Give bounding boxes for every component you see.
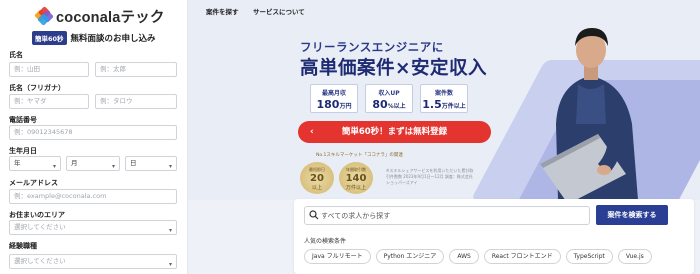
chip-java-remote[interactable]: Java フルリモート [304,249,371,264]
hero-area: 案件を探す サービスについて フリーランスエンジニアに 高単価案件×安定収入 最… [188,0,700,274]
search-placeholder: すべての求人から探す [321,212,391,220]
birth-day-suffix: 日 [130,159,137,167]
first-kana-input[interactable]: 例：タロウ [95,94,177,109]
register-button[interactable]: ‹ 簡単60秒！まずは無料登録 [298,121,491,143]
chevron-left-icon: ‹ [310,127,314,137]
logo-mark-icon [34,6,54,26]
award-caption: No.1スキルマーケット「ココナラ」の関連 [316,153,403,158]
stat-max-income: 最高月収 180万円 [310,84,358,113]
stat-value: 80%以上 [372,98,406,111]
stat-value: 1.5万件以上 [422,98,466,111]
chip-vuejs[interactable]: Vue.js [617,249,652,264]
stat-value: 180万円 [316,98,352,111]
area-label: お住まいのエリア [9,211,65,219]
award-badge: 年間取引数 140 万件以上 [339,162,373,194]
chevron-down-icon: ▾ [111,163,115,170]
cta-text: 無料面談のお申し込み [70,34,156,44]
birth-month-select[interactable]: 月 ▾ [66,156,120,171]
search-button[interactable]: 案件を検索する [596,205,668,225]
popular-chips: Java フルリモート Python エンジニア AWS React フロントエ… [304,249,652,264]
birth-year-select[interactable]: 年 ▾ [9,156,61,171]
nav-about-service[interactable]: サービスについて [253,6,305,16]
search-input[interactable]: すべての求人から探す [304,206,590,225]
name-label: 氏名 [9,51,23,59]
area-select-placeholder: 選択してください [14,223,66,231]
form-heading: 簡単60秒 無料面談のお申し込み [32,31,156,45]
email-input[interactable]: 例：example@coconala.com [9,189,177,204]
chevron-down-icon: ▾ [168,163,172,170]
chevron-down-icon: ▾ [168,261,172,268]
stat-job-count: 案件数 1.5万件以上 [420,84,468,113]
phone-label: 電話番号 [9,116,37,124]
birth-month-suffix: 月 [71,159,78,167]
search-icon [309,210,319,220]
brand-name: coconalaテック [56,9,165,26]
stat-label: 最高月収 [321,90,346,97]
stat-label: 収入UP [378,90,400,97]
award-badge: 最短即日 20 以上 [300,162,334,194]
chip-aws[interactable]: AWS [449,249,479,264]
cta-badge: 簡単60秒 [32,31,67,45]
email-label: メールアドレス [9,179,58,187]
experience-select[interactable]: 選択してください ▾ [9,254,177,269]
signup-sidebar: coconalaテック 簡単60秒 無料面談のお申し込み 氏名 例：山田 例：太… [0,0,188,274]
last-name-input[interactable]: 例：山田 [9,62,89,77]
chevron-down-icon: ▾ [52,163,56,170]
last-kana-input[interactable]: 例：ヤマダ [9,94,89,109]
birth-year-suffix: 年 [14,159,21,167]
chevron-down-icon: ▾ [168,227,172,234]
search-card: すべての求人から探す 案件を検索する 人気の検索条件 Java フルリモート P… [294,199,694,274]
experience-select-placeholder: 選択してください [14,257,66,265]
stat-income-up: 収入UP 80%以上 [365,84,413,113]
experience-label: 経験職種 [9,242,37,250]
award-note: ※スキルシェアサービスを利用いただいた累計取引件数数 2023年9月1日〜12月… [386,168,474,185]
nav-find-jobs[interactable]: 案件を探す [206,6,239,16]
engineer-photo [540,28,638,200]
first-name-input[interactable]: 例：太郎 [95,62,177,77]
chip-python-engineer[interactable]: Python エンジニア [375,249,445,264]
stat-label: 案件数 [434,90,453,97]
area-select[interactable]: 選択してください ▾ [9,220,177,235]
hero-title: 高単価案件×安定収入 [300,58,488,79]
hero-subtitle: フリーランスエンジニアに [300,40,444,54]
brand-logo[interactable]: coconalaテック [34,6,165,26]
birth-day-select[interactable]: 日 ▾ [125,156,177,171]
birthdate-label: 生年月日 [9,147,37,155]
kana-label: 氏名（フリガナ） [9,84,65,92]
register-button-label: 簡単60秒！まずは無料登録 [341,127,448,137]
chip-react-frontend[interactable]: React フロントエンド [483,249,561,264]
chip-typescript[interactable]: TypeScript [565,249,613,264]
popular-conditions-label: 人気の検索条件 [304,238,347,245]
phone-input[interactable]: 例：09012345678 [9,125,177,140]
